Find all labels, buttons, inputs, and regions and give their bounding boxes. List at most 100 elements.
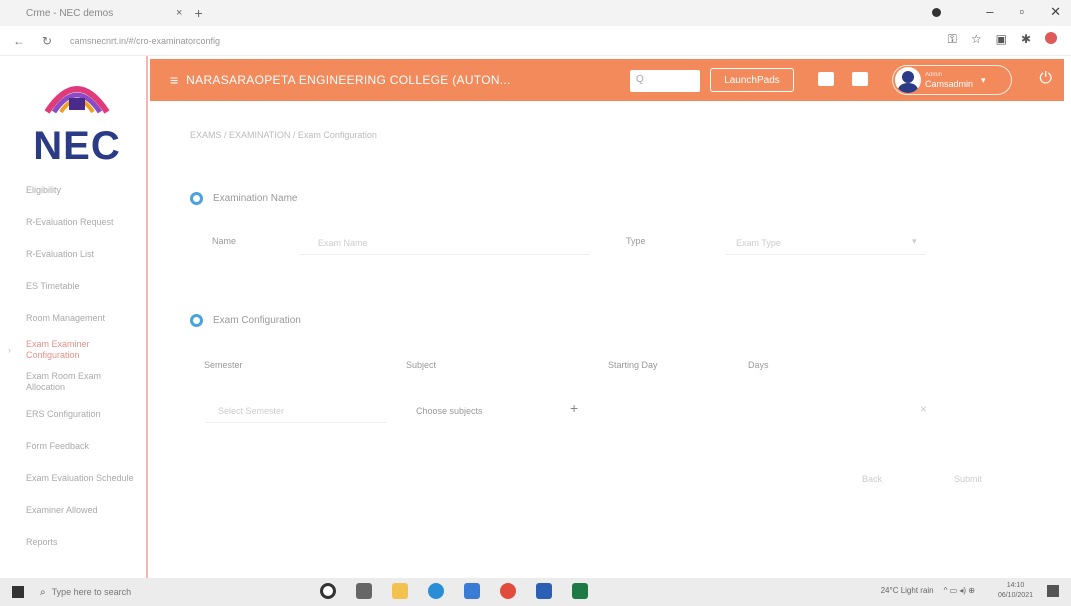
cortana-icon[interactable] (320, 583, 336, 599)
logo-emblem-icon (44, 86, 110, 114)
window-controls: – ▫ ✕ (986, 4, 1061, 20)
back-arrow-icon[interactable]: ← (10, 34, 28, 48)
taskbar-search-input[interactable]: Type here to search (52, 587, 172, 597)
tray-icons[interactable]: ^ ▭ ◂) ⊕ (944, 586, 975, 595)
sidebar-nav: Eligibility R-Evaluation Request R-Evaluat… (0, 174, 146, 558)
semester-underline (206, 422, 386, 423)
user-menu[interactable]: Admin Camsadmin ▾ (892, 65, 1012, 95)
weather-text[interactable]: 24°C Light rain (881, 586, 934, 595)
message-icon[interactable] (818, 72, 834, 86)
store-icon[interactable] (464, 583, 480, 599)
name-label: Name (212, 236, 237, 246)
section-icon (190, 314, 203, 327)
key-icon[interactable]: ⚿ (948, 32, 957, 47)
sidebar-item[interactable]: ERS Configuration (0, 398, 146, 430)
new-tab-icon[interactable]: + (194, 5, 202, 21)
chevron-down-icon[interactable]: ▾ (912, 236, 917, 247)
address-bar: ← ↻ camsnecnrt.in/#/cro-examinatorconfig… (0, 26, 1071, 56)
type-underline (726, 254, 926, 255)
word-icon[interactable] (536, 583, 552, 599)
power-icon[interactable]: ⏻ (1039, 70, 1052, 88)
type-label: Type (626, 236, 646, 246)
notification-icon[interactable] (852, 72, 868, 86)
section-examination-name: Examination Name (190, 192, 297, 205)
tab-close-icon[interactable]: × (176, 7, 182, 19)
chrome-icon[interactable] (500, 583, 516, 599)
col-semester: Semester (204, 360, 243, 370)
header-search-input[interactable]: Q (630, 70, 700, 92)
sidebar-item[interactable]: R-Evaluation Request (0, 206, 146, 238)
extension-icon[interactable]: ▣ (996, 32, 1007, 47)
address-actions: ⚿ ☆ ▣ ✱ (948, 32, 1057, 47)
excel-icon[interactable] (572, 583, 588, 599)
breadcrumb: EXAMS / EXAMINATION / Exam Configuration (190, 130, 377, 140)
edge-icon[interactable] (428, 583, 444, 599)
menu-icon[interactable]: ≡ (170, 72, 178, 88)
launchpads-button[interactable]: LaunchPads (710, 68, 794, 92)
sidebar-item-label: ES Timetable (26, 280, 80, 291)
profile-icon[interactable] (932, 8, 941, 17)
avatar (895, 67, 921, 93)
college-name: NARASARAOPETA ENGINEERING COLLEGE (AUTON… (186, 73, 511, 87)
section-icon (190, 192, 203, 205)
nec-logo: NEC (22, 76, 132, 176)
remove-row-icon[interactable]: × (920, 402, 927, 416)
col-days: Days (748, 360, 769, 370)
sidebar: NEC Eligibility R-Evaluation Request R-Eva… (0, 56, 148, 578)
profile-avatar-icon[interactable] (1045, 32, 1057, 44)
sidebar-item[interactable]: Exam Room Exam Allocation (0, 366, 146, 398)
sidebar-item[interactable]: Room Management (0, 302, 146, 334)
browser-tab[interactable]: Crme - NEC demos (26, 8, 146, 19)
sidebar-item-label: Room Management (26, 312, 106, 323)
chevron-down-icon[interactable]: ▾ (981, 75, 986, 86)
user-name: Camsadmin (925, 78, 974, 89)
date-text: 06/10/2021 (997, 592, 1033, 599)
maximize-icon[interactable]: ▫ (1019, 4, 1024, 20)
sidebar-item[interactable]: Form Feedback (0, 430, 146, 462)
sidebar-item-label: Reports (26, 536, 58, 547)
sidebar-item-label: Exam Room Exam Allocation (26, 371, 102, 392)
file-explorer-icon[interactable] (392, 583, 408, 599)
semester-select[interactable]: Select Semester (218, 406, 284, 416)
notification-center-icon[interactable] (1047, 585, 1059, 597)
sidebar-item[interactable]: R-Evaluation List (0, 238, 146, 270)
star-icon[interactable]: ☆ (971, 32, 982, 47)
taskbar: ⌕ Type here to search 24°C Light rain ^ … (0, 578, 1071, 606)
sidebar-item[interactable]: Examiner Allowed (0, 494, 146, 526)
browser-titlebar: Crme - NEC demos × + – ▫ ✕ (0, 0, 1071, 26)
back-button[interactable]: Back (862, 474, 882, 484)
time-text: 14:10 (1006, 582, 1025, 589)
subject-select[interactable]: Choose subjects (416, 406, 483, 416)
col-subject: Subject (406, 360, 437, 370)
taskbar-apps (320, 583, 588, 599)
exam-name-input[interactable]: Exam Name (318, 238, 368, 248)
sidebar-item[interactable]: ES Timetable (0, 270, 146, 302)
add-row-icon[interactable]: + (570, 400, 578, 416)
sidebar-item[interactable]: Eligibility (0, 174, 146, 206)
sidebar-item-label: Exam Evaluation Schedule (26, 472, 134, 483)
url-field[interactable]: camsnecnrt.in/#/cro-examinatorconfig (70, 36, 220, 46)
sidebar-item-label: Eligibility (26, 184, 62, 195)
chevron-right-icon: › (8, 344, 11, 355)
section-exam-configuration: Exam Configuration (190, 314, 301, 327)
sidebar-item[interactable]: Exam Evaluation Schedule (0, 462, 146, 494)
task-view-icon[interactable] (356, 583, 372, 599)
section-title: Examination Name (213, 193, 298, 204)
sidebar-item[interactable]: › Exam Examiner Configuration (0, 334, 146, 366)
system-tray: 24°C Light rain ^ ▭ ◂) ⊕ (881, 586, 975, 595)
puzzle-icon[interactable]: ✱ (1021, 32, 1031, 47)
windows-start-icon[interactable] (12, 586, 24, 598)
section-title: Exam Configuration (213, 315, 301, 326)
submit-button[interactable]: Submit (954, 474, 982, 484)
minimize-icon[interactable]: – (986, 4, 993, 20)
sidebar-item-label: Examiner Allowed (26, 504, 98, 515)
search-icon[interactable]: ⌕ (40, 587, 46, 598)
name-underline (300, 254, 590, 255)
sidebar-item-label: Exam Examiner Configuration (26, 339, 90, 360)
reload-icon[interactable]: ↻ (38, 34, 56, 48)
col-starting-day: Starting Day (608, 360, 658, 370)
clock[interactable]: 14:10 06/10/2021 (998, 581, 1033, 601)
close-window-icon[interactable]: ✕ (1050, 4, 1061, 20)
exam-type-select[interactable]: Exam Type (736, 238, 781, 248)
sidebar-item[interactable]: Reports (0, 526, 146, 558)
